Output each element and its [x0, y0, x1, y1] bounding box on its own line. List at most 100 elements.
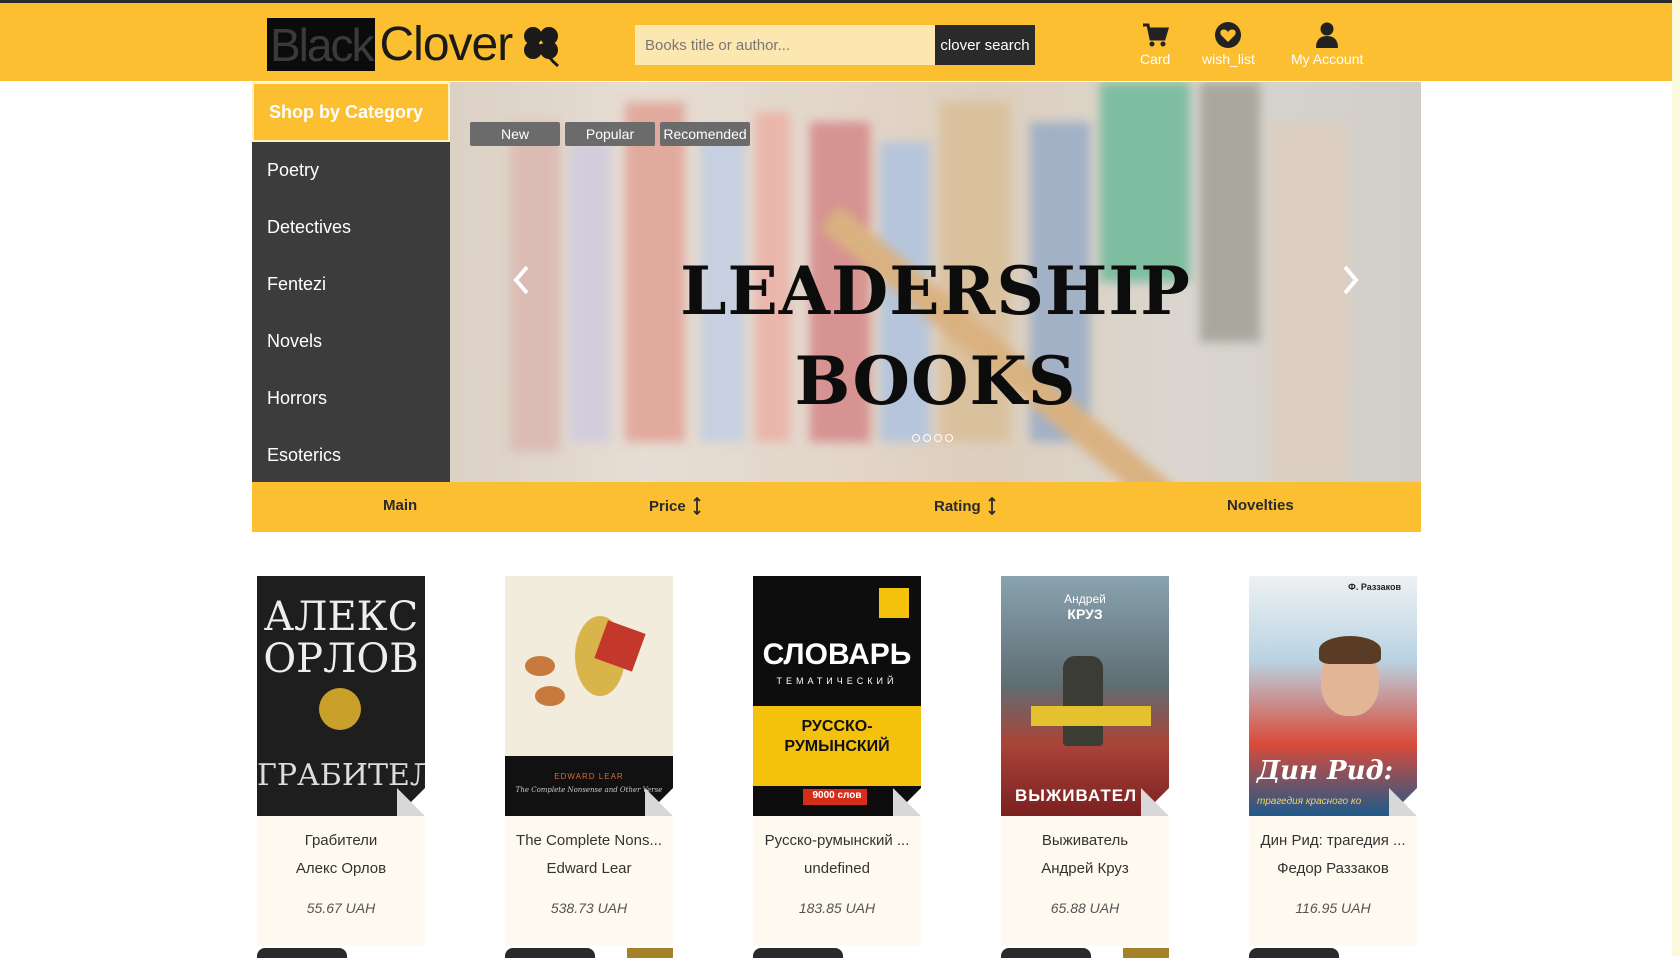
sidebar-item-horrors[interactable]: Horrors	[267, 388, 327, 409]
carousel-dot[interactable]	[934, 434, 942, 442]
product-card[interactable]: EDWARD LEAR The Complete Nonsense and Ot…	[505, 576, 673, 946]
product-author: undefined	[804, 860, 870, 877]
book-cover[interactable]: АЛЕКС ОРЛОВ ГРАБИТЕЛИ	[257, 576, 425, 816]
product-info: The Complete Nons... Edward Lear 538.73 …	[505, 816, 673, 946]
logo-clover-text: Clover	[379, 18, 513, 71]
tab-new[interactable]: New	[470, 122, 560, 146]
logo[interactable]: Black Clover	[267, 18, 564, 71]
carousel-tabs: New Popular Recomended	[470, 122, 750, 146]
product-author: Андрей Круз	[1041, 860, 1129, 877]
product-info: Выживатель Андрей Круз 65.88 UAH	[1001, 816, 1169, 946]
header: Black Clover clover search Card wish_lis…	[0, 3, 1672, 81]
product-info: Дин Рид: трагедия ... Федор Раззаков 116…	[1249, 816, 1417, 946]
carousel-dot[interactable]	[945, 434, 953, 442]
page-curl	[1389, 788, 1417, 816]
sort-price[interactable]: Price	[649, 497, 702, 515]
product-author: Федор Раззаков	[1277, 860, 1389, 877]
cover-text: Ф. Раззаков	[1348, 582, 1401, 592]
product-author: Edward Lear	[546, 860, 632, 877]
sidebar-item-esoterics[interactable]: Esoterics	[267, 445, 341, 466]
add-to-cart-button[interactable]	[257, 948, 347, 958]
wishlist-link[interactable]: wish_list	[1202, 21, 1255, 67]
action-badge	[627, 948, 673, 958]
cover-text: РУССКО-	[801, 718, 873, 735]
product-title[interactable]: Грабители	[257, 832, 425, 860]
hero-line-1: LEADERSHIP	[680, 252, 1191, 330]
sidebar-title[interactable]: Shop by Category	[252, 82, 450, 142]
product-price: 538.73 UAH	[550, 900, 628, 916]
page-curl	[1141, 788, 1169, 816]
book-cover[interactable]: Андрей КРУЗ ВЫЖИВАТЕЛ	[1001, 576, 1169, 816]
sort-main[interactable]: Main	[383, 497, 417, 514]
book-cover[interactable]: Ф. Раззаков Дин Рид: трагедия красного к…	[1249, 576, 1417, 816]
user-icon	[1316, 22, 1339, 48]
heart-icon	[1215, 22, 1242, 48]
add-to-cart-button[interactable]	[753, 948, 843, 958]
sort-novelties[interactable]: Novelties	[1227, 497, 1294, 514]
sidebar-item-fentezi[interactable]: Fentezi	[267, 274, 326, 295]
sidebar-item-poetry[interactable]: Poetry	[267, 160, 319, 181]
cover-text: EDWARD LEAR	[554, 772, 624, 781]
wishlist-label: wish_list	[1202, 51, 1255, 67]
add-to-cart-button[interactable]	[505, 948, 595, 958]
product-card[interactable]: СЛОВАРЬ ТЕМАТИЧЕСКИЙ РУССКО- РУМЫНСКИЙ 9…	[753, 576, 921, 946]
sort-rating-label: Rating	[934, 497, 981, 515]
carousel-dot[interactable]	[923, 434, 931, 442]
account-link[interactable]: My Account	[1291, 21, 1363, 67]
cover-text: ТЕМАТИЧЕСКИЙ	[776, 676, 898, 686]
tab-recomended[interactable]: Recomended	[660, 122, 750, 146]
cover-text: Андрей	[1064, 592, 1106, 606]
product-price: 183.85 UAH	[798, 900, 876, 916]
add-to-cart-button[interactable]	[1249, 948, 1339, 958]
cover-text: КРУЗ	[1067, 606, 1103, 622]
cover-bench	[1031, 706, 1151, 726]
product-price: 55.67 UAH	[306, 900, 376, 916]
sort-bar: Main Price Rating Novelties	[252, 482, 1421, 532]
cover-illustration	[525, 656, 555, 676]
product-price: 116.95 UAH	[1295, 900, 1371, 916]
chevron-right-icon	[1343, 265, 1359, 295]
action-badge	[1123, 948, 1169, 958]
carousel-indicators	[912, 434, 953, 442]
product-title[interactable]: Выживатель	[1001, 832, 1169, 860]
product-title[interactable]: Дин Рид: трагедия ...	[1249, 832, 1417, 860]
cover-text: Дин Рид:	[1257, 756, 1394, 786]
add-to-cart-button[interactable]	[1001, 948, 1091, 958]
page-edge	[1672, 0, 1680, 956]
sidebar-item-novels[interactable]: Novels	[267, 331, 322, 352]
cart-icon	[1143, 23, 1170, 47]
product-title[interactable]: Русско-румынский ...	[753, 832, 921, 860]
sort-novelties-label: Novelties	[1227, 497, 1294, 514]
product-info: Грабители Алекс Орлов 55.67 UAH	[257, 816, 425, 946]
cart-label: Card	[1140, 51, 1171, 67]
product-card[interactable]: Андрей КРУЗ ВЫЖИВАТЕЛ Выживатель Андрей …	[1001, 576, 1169, 946]
cart-link[interactable]: Card	[1140, 21, 1170, 67]
product-author: Алекс Орлов	[295, 860, 387, 877]
cover-text: ВЫЖИВАТЕЛ	[1015, 786, 1138, 805]
product-price: 65.88 UAH	[1050, 900, 1120, 916]
page-curl	[397, 788, 425, 816]
sidebar-item-detectives[interactable]: Detectives	[267, 217, 351, 238]
sort-rating[interactable]: Rating	[934, 497, 997, 515]
carousel-dot[interactable]	[912, 434, 920, 442]
cover-text: СЛОВАРЬ	[762, 638, 912, 671]
clover-icon	[524, 26, 560, 67]
hero-line-2: BOOKS	[794, 342, 1077, 420]
tab-popular[interactable]: Popular	[565, 122, 655, 146]
product-card[interactable]: АЛЕКС ОРЛОВ ГРАБИТЕЛИ Грабители Алекс Ор…	[257, 576, 425, 946]
cover-text: АЛЕКС	[263, 594, 419, 640]
book-cover[interactable]: СЛОВАРЬ ТЕМАТИЧЕСКИЙ РУССКО- РУМЫНСКИЙ 9…	[753, 576, 921, 816]
logo-black-text: Black	[270, 18, 374, 71]
cover-figure	[1063, 656, 1103, 746]
carousel-next[interactable]	[1340, 262, 1362, 307]
product-card[interactable]: Ф. Раззаков Дин Рид: трагедия красного к…	[1249, 576, 1417, 946]
cover-text: ОРЛОВ	[263, 636, 419, 682]
carousel-prev[interactable]	[510, 262, 532, 307]
book-cover[interactable]: EDWARD LEAR The Complete Nonsense and Ot…	[505, 576, 673, 816]
product-title[interactable]: The Complete Nons...	[505, 832, 673, 860]
account-label: My Account	[1291, 51, 1364, 67]
search-button[interactable]: clover search	[935, 25, 1035, 65]
search-input[interactable]	[635, 25, 935, 65]
cover-text: РУМЫНСКИЙ	[784, 738, 890, 755]
page-curl	[645, 788, 673, 816]
